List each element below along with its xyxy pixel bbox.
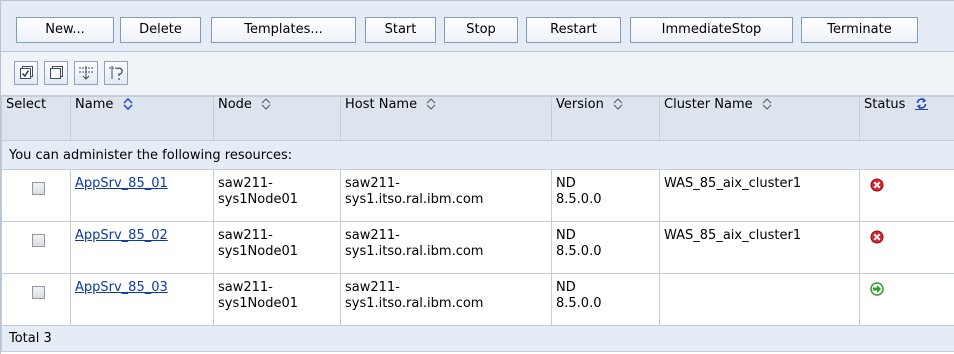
total-text: Total 3 [1,325,954,352]
total-row: Total 3 [1,325,954,352]
host-text: sys1.itso.ral.ibm.com [345,296,484,311]
select-all-icon[interactable] [14,61,38,85]
header-cluster-label: Cluster Name [664,97,753,113]
info-text: You can administer the following resourc… [1,140,954,170]
action-toolbar: New... Delete Templates... Start Stop Re… [1,0,954,52]
sort-icon[interactable] [762,98,772,110]
templates-button[interactable]: Templates... [211,17,356,43]
cluster-text: WAS_85_aix_cluster1 [664,228,802,243]
cluster-cell: WAS_85_aix_cluster1 [659,169,860,222]
header-status[interactable]: Status [859,96,954,141]
start-button[interactable]: Start [365,17,436,43]
node-text: saw211- [218,176,273,191]
version-text: ND [556,176,576,191]
restart-button[interactable]: Restart [526,17,621,43]
header-host-name[interactable]: Host Name [340,96,552,141]
table-icon-toolbar [1,52,954,96]
header-status-label: Status [864,97,906,113]
host-cell: saw211- sys1.itso.ral.ibm.com [340,221,552,274]
stop-button[interactable]: Stop [444,17,518,43]
sort-icon[interactable] [613,98,623,110]
server-collection-panel: New... Delete Templates... Start Stop Re… [0,0,954,354]
deselect-all-icon[interactable] [44,61,68,85]
header-cluster-name[interactable]: Cluster Name [659,96,860,141]
terminate-button[interactable]: Terminate [801,17,918,43]
version-cell: ND 8.5.0.0 [551,273,660,326]
delete-button[interactable]: Delete [120,17,201,43]
select-cell [1,273,71,326]
show-filter-icon[interactable] [74,61,98,85]
new-button[interactable]: New... [16,17,114,43]
node-text: sys1Node01 [218,192,298,207]
header-node-label: Node [218,97,252,113]
version-cell: ND 8.5.0.0 [551,169,660,222]
row-checkbox[interactable] [31,234,45,247]
header-version[interactable]: Version [551,96,660,141]
host-text: saw211- [345,280,400,295]
immediate-stop-button[interactable]: ImmediateStop [630,17,793,43]
sort-icon[interactable] [426,98,436,110]
header-version-label: Version [556,97,604,113]
servers-table: Select Name Node Host Name Version Clust… [1,96,954,352]
header-name[interactable]: Name [70,96,214,141]
cluster-cell: WAS_85_aix_cluster1 [659,221,860,274]
cluster-text: WAS_85_aix_cluster1 [664,176,802,191]
host-text: saw211- [345,228,400,243]
host-text: sys1.itso.ral.ibm.com [345,244,484,259]
node-cell: saw211- sys1Node01 [213,221,341,274]
host-text: sys1.itso.ral.ibm.com [345,192,484,207]
table-row: AppSrv_85_03 saw211- sys1Node01 saw211- sy… [1,273,954,326]
table-row: AppSrv_85_02 saw211- sys1Node01 saw211- sy… [1,221,954,274]
table-row: AppSrv_85_01 saw211- sys1Node01 saw211- sy… [1,169,954,222]
host-text: saw211- [345,176,400,191]
sort-icon[interactable] [122,98,133,110]
header-name-label: Name [75,97,114,113]
name-cell: AppSrv_85_02 [70,221,214,274]
version-text: ND [556,280,576,295]
host-cell: saw211- sys1.itso.ral.ibm.com [340,169,552,222]
clear-filter-icon[interactable] [104,61,128,85]
stopped-status-icon [870,178,884,192]
select-cell [1,169,71,222]
row-checkbox[interactable] [31,182,45,195]
node-text: saw211- [218,228,273,243]
name-cell: AppSrv_85_03 [70,273,214,326]
sort-icon[interactable] [261,98,271,110]
server-link[interactable]: AppSrv_85_01 [75,176,168,191]
version-text: 8.5.0.0 [556,244,602,259]
node-text: saw211- [218,280,273,295]
node-text: sys1Node01 [218,244,298,259]
stopped-status-icon [870,230,884,244]
table-header-row: Select Name Node Host Name Version Clust… [1,96,954,141]
server-link[interactable]: AppSrv_85_03 [75,280,168,295]
header-host-label: Host Name [345,97,418,113]
header-select-label: Select [6,97,47,113]
row-checkbox[interactable] [31,286,45,299]
header-node[interactable]: Node [213,96,341,141]
name-cell: AppSrv_85_01 [70,169,214,222]
status-cell [859,221,954,274]
node-text: sys1Node01 [218,296,298,311]
server-link[interactable]: AppSrv_85_02 [75,228,168,243]
refresh-icon[interactable] [914,97,928,110]
host-cell: saw211- sys1.itso.ral.ibm.com [340,273,552,326]
select-cell [1,221,71,274]
started-status-icon [870,282,884,296]
cluster-cell [659,273,860,326]
status-cell [859,273,954,326]
version-text: 8.5.0.0 [556,192,602,207]
node-cell: saw211- sys1Node01 [213,169,341,222]
info-row: You can administer the following resourc… [1,140,954,170]
node-cell: saw211- sys1Node01 [213,273,341,326]
version-cell: ND 8.5.0.0 [551,221,660,274]
header-select: Select [1,96,71,141]
version-text: ND [556,228,576,243]
status-cell [859,169,954,222]
version-text: 8.5.0.0 [556,296,602,311]
